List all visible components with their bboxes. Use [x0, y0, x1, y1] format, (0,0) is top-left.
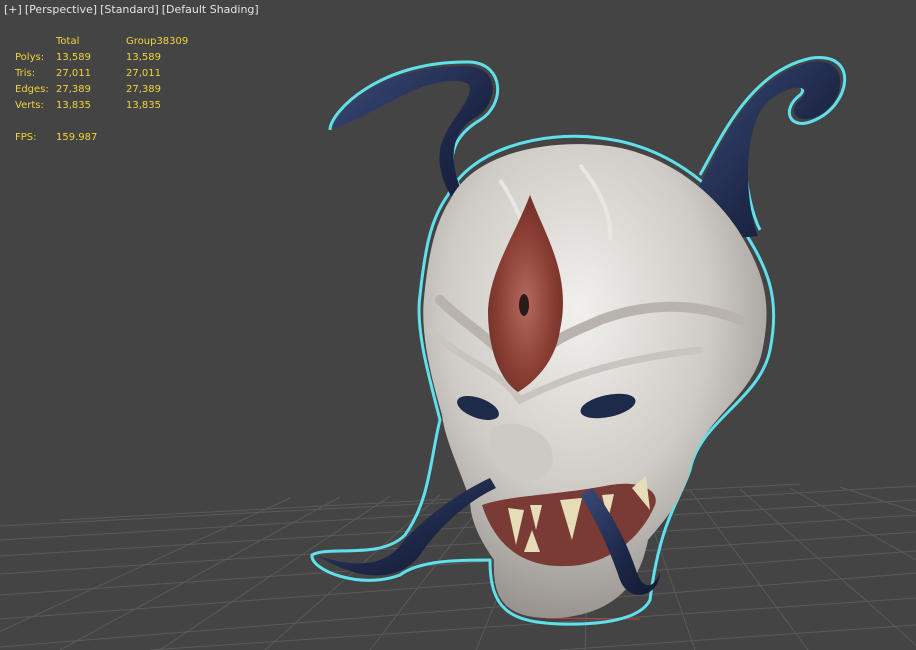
viewport-preset-menu[interactable]: [Standard]	[100, 3, 159, 16]
stats-row-verts: Verts: 13,835 13,835	[15, 98, 188, 114]
stats-label: Edges:	[15, 84, 49, 95]
stats-header-total: Total	[56, 36, 80, 47]
stats-label: Polys:	[15, 52, 45, 63]
viewport-shading-menu[interactable]: [Default Shading]	[162, 3, 259, 16]
stats-row-tris: Tris: 27,011 27,011	[15, 66, 188, 82]
stats-header-blank	[15, 34, 56, 50]
stats-total: 27,011	[56, 68, 91, 79]
oni-mask-model[interactable]	[310, 56, 847, 626]
stats-total: 13,835	[56, 100, 91, 111]
fps-readout: FPS: 159.987	[15, 130, 188, 146]
stats-row-polys: Polys: 13,589 13,589	[15, 50, 188, 66]
viewport-plus-menu[interactable]: [+]	[4, 3, 22, 16]
stats-group: 27,011	[126, 68, 161, 79]
stats-label: Verts:	[15, 100, 44, 111]
stats-total: 13,589	[56, 52, 91, 63]
stats-group: 13,589	[126, 52, 161, 63]
viewport-label-menu[interactable]: [+] [Perspective] [Standard] [Default Sh…	[4, 3, 259, 16]
fps-value: 159.987	[56, 132, 98, 143]
viewport-view-menu[interactable]: [Perspective]	[25, 3, 97, 16]
stats-header-group: Group38309	[126, 36, 189, 47]
viewport-statistics: Total Group38309 Polys: 13,589 13,589 Tr…	[15, 34, 188, 146]
stats-row-edges: Edges: 27,389 27,389	[15, 82, 188, 98]
stats-header-row: Total Group38309	[15, 34, 188, 50]
stats-total: 27,389	[56, 84, 91, 95]
stats-group: 13,835	[126, 100, 161, 111]
perspective-viewport[interactable]: [+] [Perspective] [Standard] [Default Sh…	[0, 0, 916, 650]
fps-label: FPS:	[15, 132, 37, 143]
stats-group: 27,389	[126, 84, 161, 95]
stats-label: Tris:	[15, 68, 36, 79]
